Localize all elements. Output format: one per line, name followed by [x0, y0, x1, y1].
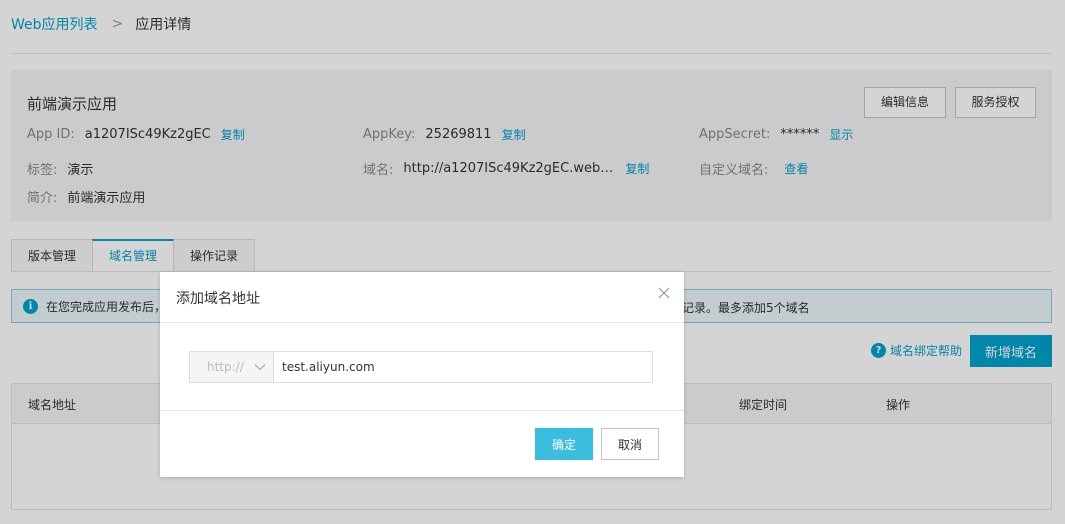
dialog-divider-top: [160, 322, 684, 323]
protocol-select[interactable]: http://: [189, 351, 274, 383]
dialog-title: 添加域名地址: [176, 291, 260, 307]
chevron-down-icon: [254, 364, 266, 371]
app-detail-page: Web应用列表 > 应用详情 前端演示应用 编辑信息 服务授权 App ID: …: [0, 0, 1065, 524]
close-icon[interactable]: [657, 286, 671, 300]
dialog-divider-bottom: [160, 410, 684, 411]
add-domain-dialog: 添加域名地址 http:// 确定 取消: [160, 272, 684, 477]
protocol-placeholder: http://: [207, 360, 244, 374]
confirm-button[interactable]: 确定: [535, 428, 593, 460]
cancel-button[interactable]: 取消: [601, 428, 659, 460]
domain-input[interactable]: [273, 351, 653, 383]
